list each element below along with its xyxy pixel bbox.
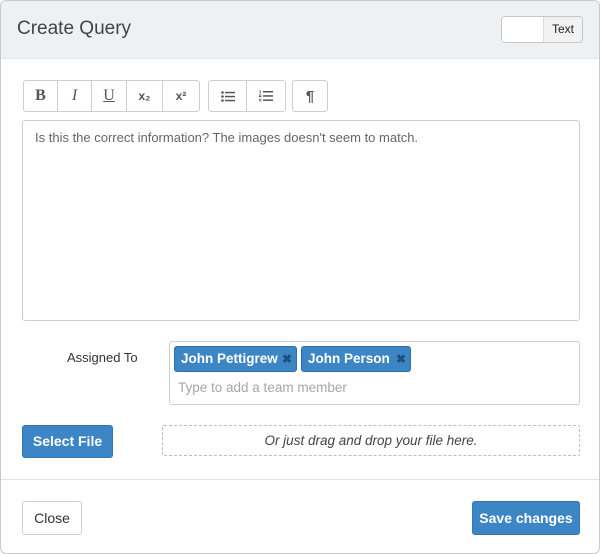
toggle-label: Text bbox=[544, 17, 582, 42]
format-button-group: B I U x₂ x² bbox=[23, 80, 200, 112]
select-file-button[interactable]: Select File bbox=[22, 425, 113, 458]
create-query-modal: Create Query Text B I U x₂ x² ¶ Is this … bbox=[0, 0, 600, 554]
save-changes-button[interactable]: Save changes bbox=[472, 501, 580, 535]
team-member-tag-input[interactable]: John Pettigrew ✖ John Person ✖ Type to a… bbox=[169, 341, 580, 405]
bulleted-list-button[interactable] bbox=[208, 80, 247, 112]
subscript-button[interactable]: x₂ bbox=[126, 80, 163, 112]
modal-header: Create Query Text bbox=[1, 1, 599, 59]
numbered-list-icon bbox=[259, 90, 273, 102]
assignee-tag: John Person ✖ bbox=[301, 346, 411, 372]
editor-content[interactable]: Is this the correct information? The ima… bbox=[35, 130, 418, 145]
assignee-tag-label: John Pettigrew bbox=[181, 351, 278, 366]
bold-button[interactable]: B bbox=[23, 80, 58, 112]
remove-tag-icon[interactable]: ✖ bbox=[396, 347, 406, 371]
modal-footer: Close Save changes bbox=[1, 479, 599, 553]
close-button[interactable]: Close bbox=[22, 501, 82, 535]
file-dropzone[interactable]: Or just drag and drop your file here. bbox=[162, 425, 580, 456]
text-mode-toggle[interactable]: Text bbox=[501, 16, 583, 43]
underline-button[interactable]: U bbox=[91, 80, 127, 112]
modal-title: Create Query bbox=[17, 18, 132, 39]
remove-tag-icon[interactable]: ✖ bbox=[282, 347, 292, 371]
paragraph-button[interactable]: ¶ bbox=[292, 80, 328, 112]
toggle-knob[interactable] bbox=[502, 17, 544, 42]
query-text-editor[interactable]: Is this the correct information? The ima… bbox=[22, 120, 580, 321]
superscript-button[interactable]: x² bbox=[162, 80, 200, 112]
italic-button[interactable]: I bbox=[57, 80, 92, 112]
numbered-list-button[interactable] bbox=[246, 80, 286, 112]
list-button-group bbox=[208, 80, 286, 112]
assigned-to-label: Assigned To bbox=[67, 350, 138, 365]
assignee-tag: John Pettigrew ✖ bbox=[174, 346, 297, 372]
paragraph-button-group: ¶ bbox=[292, 80, 328, 112]
bulleted-list-icon bbox=[220, 90, 235, 102]
assignee-tag-label: John Person bbox=[308, 351, 390, 366]
team-member-search-placeholder[interactable]: Type to add a team member bbox=[178, 380, 347, 395]
